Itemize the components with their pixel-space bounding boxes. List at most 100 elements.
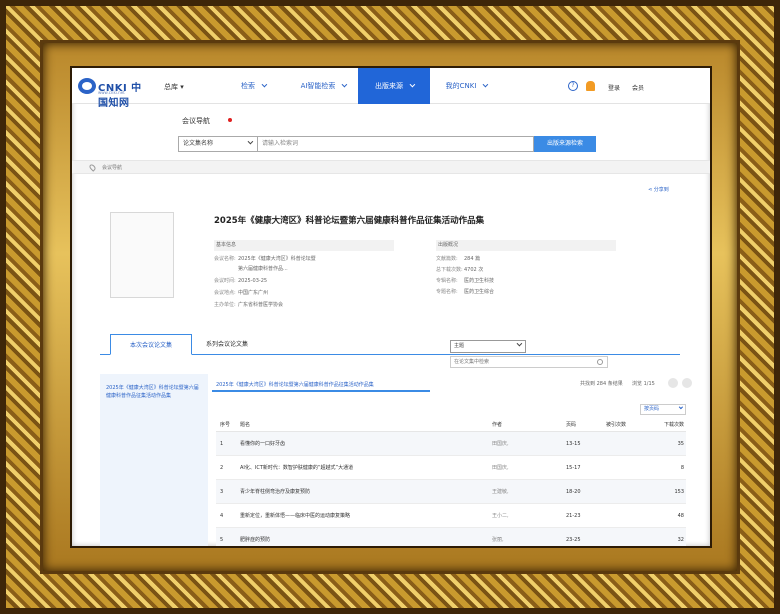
row-title-link[interactable]: AI化、ICT新时代：数智护肤健康的“超越式”大通道 [240,456,490,480]
login-link[interactable]: 登录 [608,83,620,92]
row-pages: 21-23 [566,513,581,519]
table-row[interactable]: 4 重新定位，重新体悟——临床中医的运动康复策略 王小二, 21-23 48 [216,504,686,528]
top-navigation-bar: CNKI 中国知网 www.cnki.net 总库 ▾ 检索 AI智能检索 出版… [72,68,710,109]
region-label: 总库 [164,83,178,91]
row-downloads: 35 [677,441,684,447]
table-row[interactable]: 1 看懂你的一口好牙齿 田国庆, 13-15 35 [216,432,686,456]
breadcrumb: 会议导航 [72,160,710,174]
browser-screen: CNKI 中国知网 www.cnki.net 总库 ▾ 检索 AI智能检索 出版… [72,68,710,546]
meta-key: 会议地点: [214,290,236,296]
row-author[interactable]: 田国庆, [492,456,552,480]
table-row[interactable]: 2 AI化、ICT新时代：数智护肤健康的“超越式”大通道 田国庆, 15-17 … [216,456,686,480]
share-button[interactable]: ⋖ 分享到 [648,186,669,193]
location-pin-icon [88,163,97,172]
basic-info-header: 基本信息 [214,240,394,251]
sort-select[interactable]: 按页码 [640,404,686,415]
row-downloads: 8 [680,465,684,471]
share-label: 分享到 [653,187,669,193]
chevron-down-icon [261,81,268,88]
filter-field-value: 主题 [454,343,465,349]
row-title-link[interactable]: 重新定位，重新体悟——临床中医的运动康复策略 [240,504,490,528]
row-number: 1 [220,441,224,447]
search-scope-value: 论文集名称 [183,140,214,147]
column-header-title[interactable]: 题名 [240,418,490,432]
proceedings-cover-image [110,212,174,298]
column-header-downloads[interactable]: 下载次数 [648,418,684,432]
column-header-cited[interactable]: 被引次数 [606,418,646,432]
meta-key: 会议时间: [214,278,236,284]
nav-item-label: AI智能检索 [300,82,336,90]
list-proceedings-link[interactable]: 2025年《健康大湾区》科普论坛暨第六届健康科普作品征集活动作品集 [212,380,430,392]
chevron-down-icon [678,404,684,410]
meta-value[interactable]: 医药卫生综合 [464,289,494,295]
search-icon[interactable] [597,359,603,365]
search-scope-select[interactable]: 论文集名称 [178,136,258,152]
breadcrumb-link[interactable]: 会议导航 [102,164,122,171]
meta-key: 会议名称: [214,256,236,262]
chevron-down-icon [516,340,523,347]
chevron-down-icon: ▾ [180,83,184,91]
meta-key: 主办单位: [214,302,236,308]
row-downloads: 48 [677,513,684,519]
table-row[interactable]: 5 肥胖症的预防 张丽, 23-25 32 [216,528,686,546]
row-pages: 23-25 [566,537,581,543]
meta-key: 文献篇数: [436,256,458,262]
meta-download-count: 总下载次数:4702 次 [436,268,483,273]
table-header: 序号 题名 作者 页码 被引次数 下载次数 [216,418,686,432]
section-title: 会议导航 [182,117,210,125]
next-page-button[interactable] [682,378,692,388]
meta-value: 2025年《健康大湾区》科普论坛暨 [238,256,316,262]
row-title-link[interactable]: 青少年脊柱侧弯治疗及康复预防 [240,480,490,504]
row-author[interactable]: 王小二, [492,504,552,528]
nav-item-search[interactable]: 检索 [218,68,288,104]
column-header-no: 序号 [220,422,231,428]
meta-conference-date: 会议时间: 2025-03-25 [214,279,267,284]
meta-organizer: 主办单位: 广东省科普医学协会 [214,303,283,308]
meta-value: 广东省科普医学协会 [238,302,284,308]
table-row[interactable]: 3 青少年脊柱侧弯治疗及康复预防 王建敏, 18-20 153 [216,480,686,504]
nav-item-label: 检索 [241,82,255,90]
chevron-down-icon [409,81,416,88]
row-author[interactable]: 田国庆, [492,432,552,456]
proceedings-search-input[interactable]: 在论文集中检索 [450,356,608,368]
notification-bell-icon[interactable] [586,81,595,91]
stats-header: 出版概况 [436,240,616,251]
result-count: 共找到 284 条结果 [580,381,623,387]
prev-page-button[interactable] [668,378,678,388]
tab-series-proceedings[interactable]: 系列会议论文集 [194,334,260,355]
cnki-logo[interactable]: CNKI 中国知网 www.cnki.net [78,76,148,109]
tab-current-proceedings[interactable]: 本次会议论文集 [110,334,192,355]
chevron-down-icon [482,81,489,88]
red-dot-icon [228,118,232,122]
sidebar-item-proceedings[interactable]: 2025年《健康大湾区》科普论坛暨第六届健康科普作品征集活动作品集 [106,384,202,400]
help-icon[interactable]: ? [568,81,578,91]
row-title-link[interactable]: 肥胖症的预防 [240,528,490,546]
region-selector[interactable]: 总库 ▾ [164,82,184,92]
row-author[interactable]: 王建敏, [492,480,552,504]
sort-value: 按页码 [644,406,660,412]
page-indicator: 浏览 1/15 [632,381,655,387]
row-author[interactable]: 张丽, [492,528,552,546]
source-search-button[interactable]: 出版来源检索 [534,136,596,152]
nav-item-my-cnki[interactable]: 我的CNKI [430,68,502,104]
filter-field-select[interactable]: 主题 [450,340,526,353]
meta-value: 中国广东广州 [238,290,269,296]
row-number: 3 [220,489,224,495]
nav-item-ai-search[interactable]: AI智能检索 [288,68,358,104]
meta-key: 专辑名称: [436,278,458,284]
articles-table: 序号 题名 作者 页码 被引次数 下载次数 1 看懂你的一口好牙齿 田国庆, 1… [216,418,686,546]
meta-value[interactable]: 医药卫生科技 [464,278,494,284]
column-header-pages[interactable]: 页码 [566,418,606,432]
search-area: 会议导航 论文集名称 请输入检索词 出版来源检索 [72,104,710,158]
meta-key: 总下载次数: [436,267,463,273]
row-number: 4 [220,513,224,519]
row-title-link[interactable]: 看懂你的一口好牙齿 [240,432,490,456]
row-pages: 13-15 [566,441,581,447]
row-number: 5 [220,537,224,543]
nav-item-publication-sources[interactable]: 出版来源 [358,68,430,104]
meta-topic-name: 专题名称: 医药卫生综合 [436,290,494,295]
meta-value: 第六届健康科普作品... [238,266,288,272]
meta-value: 2025-03-25 [238,278,268,284]
search-input[interactable]: 请输入检索词 [258,136,534,152]
member-link[interactable]: 会员 [632,83,644,92]
